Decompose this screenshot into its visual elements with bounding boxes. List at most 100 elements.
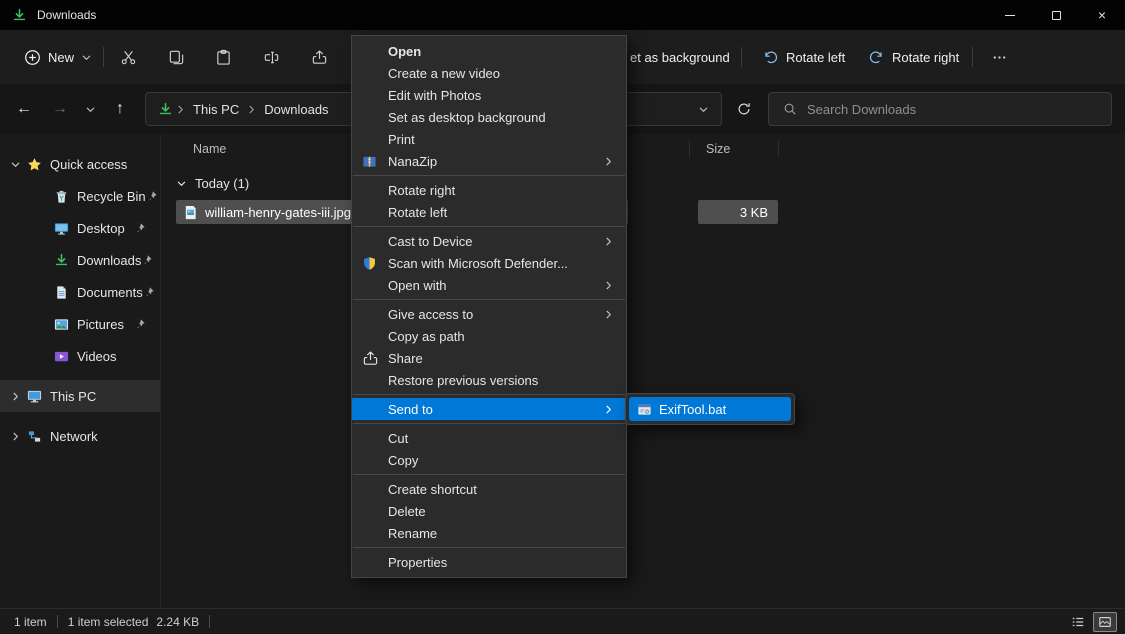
menu-item-cut[interactable]: Cut <box>352 427 626 449</box>
sidebar-item-quick-access[interactable]: Quick access <box>0 148 160 180</box>
up-button[interactable]: ↑ <box>104 93 136 125</box>
sidebar-item-desktop[interactable]: Desktop <box>0 212 160 244</box>
submenu-item-exiftool-bat[interactable]: ExifTool.bat <box>629 397 791 421</box>
downloads-app-icon <box>12 8 27 23</box>
breadcrumb-this-pc[interactable]: This PC <box>188 102 244 117</box>
menu-item-print[interactable]: Print <box>352 128 626 150</box>
sidebar-item-label: Pictures <box>77 317 124 332</box>
menu-item-label: Delete <box>388 504 426 519</box>
breadcrumb-downloads[interactable]: Downloads <box>259 102 333 117</box>
menu-item-open-with[interactable]: Open with <box>352 274 626 296</box>
menu-item-share[interactable]: Share <box>352 347 626 369</box>
new-button[interactable]: New <box>14 40 102 74</box>
menu-item-create-a-new-video[interactable]: Create a new video <box>352 62 626 84</box>
pin-icon <box>143 286 155 298</box>
breadcrumb-chevron-icon <box>246 104 257 115</box>
menu-item-set-as-desktop-background[interactable]: Set as desktop background <box>352 106 626 128</box>
menu-item-rotate-right[interactable]: Rotate right <box>352 179 626 201</box>
sidebar-item-this-pc[interactable]: This PC <box>0 380 160 412</box>
rotate-left-button[interactable]: Rotate left <box>752 40 855 74</box>
close-button[interactable]: × <box>1079 0 1125 30</box>
menu-item-label: Cast to Device <box>388 234 473 249</box>
share-button[interactable] <box>300 40 338 74</box>
window-title: Downloads <box>37 8 96 22</box>
sidebar-item-label: Recycle Bin <box>77 189 146 204</box>
pictures-icon <box>54 317 69 332</box>
menu-item-copy[interactable]: Copy <box>352 449 626 471</box>
menu-item-label: Restore previous versions <box>388 373 538 388</box>
maximize-button[interactable] <box>1033 0 1079 30</box>
menu-item-give-access-to[interactable]: Give access to <box>352 303 626 325</box>
menu-item-open[interactable]: Open <box>352 40 626 62</box>
pin-icon <box>134 222 146 234</box>
menu-item-label: Set as desktop background <box>388 110 546 125</box>
menu-item-restore-previous-versions[interactable]: Restore previous versions <box>352 369 626 391</box>
menu-item-label: NanaZip <box>388 154 437 169</box>
selection-size: 2.24 KB <box>156 615 199 629</box>
forward-button[interactable]: → <box>44 93 76 125</box>
sidebar-item-network[interactable]: Network <box>0 420 160 452</box>
send-to-submenu: ExifTool.bat <box>625 393 795 425</box>
menu-item-label: Edit with Photos <box>388 88 481 103</box>
menu-item-properties[interactable]: Properties <box>352 551 626 573</box>
column-divider[interactable] <box>689 141 690 157</box>
cut-button[interactable] <box>109 40 147 74</box>
group-header-today[interactable]: Today (1) <box>176 172 249 194</box>
expander-down-icon[interactable] <box>8 159 23 170</box>
column-header-name[interactable]: Name <box>193 134 226 164</box>
column-header-size[interactable]: Size <box>706 134 730 164</box>
menu-item-delete[interactable]: Delete <box>352 500 626 522</box>
sidebar-item-label: Videos <box>77 349 117 364</box>
refresh-button[interactable] <box>728 93 760 125</box>
pin-icon <box>134 318 146 330</box>
menu-item-label: Give access to <box>388 307 473 322</box>
menu-item-edit-with-photos[interactable]: Edit with Photos <box>352 84 626 106</box>
menu-item-scan-with-microsoft-defender[interactable]: Scan with Microsoft Defender... <box>352 252 626 274</box>
sidebar-item-label: Quick access <box>50 157 127 172</box>
sidebar-item-videos[interactable]: Videos <box>0 340 160 372</box>
menu-item-label: Print <box>388 132 415 147</box>
copy-icon <box>168 49 185 66</box>
submenu-arrow-icon <box>603 404 614 415</box>
thumbnails-view-button[interactable] <box>1093 612 1117 632</box>
menu-item-cast-to-device[interactable]: Cast to Device <box>352 230 626 252</box>
menu-item-create-shortcut[interactable]: Create shortcut <box>352 478 626 500</box>
menu-item-rotate-left[interactable]: Rotate left <box>352 201 626 223</box>
details-view-button[interactable] <box>1066 612 1090 632</box>
menu-item-nanazip[interactable]: NanaZip <box>352 150 626 172</box>
file-size: 3 KB <box>698 200 778 224</box>
menu-item-rename[interactable]: Rename <box>352 522 626 544</box>
group-header-label: Today (1) <box>195 176 249 191</box>
expander-right-icon[interactable] <box>8 431 23 442</box>
recent-locations-button[interactable] <box>78 93 102 125</box>
file-row[interactable]: william-henry-gates-iii.jpg3 KB <box>161 200 1125 224</box>
rotate-right-button[interactable]: Rotate right <box>858 40 969 74</box>
search-input[interactable] <box>807 102 1111 117</box>
sidebar-item-downloads[interactable]: Downloads <box>0 244 160 276</box>
menu-item-send-to[interactable]: Send to <box>352 398 626 420</box>
sidebar-item-pictures[interactable]: Pictures <box>0 308 160 340</box>
column-divider[interactable] <box>778 141 779 157</box>
menu-item-label: Copy <box>388 453 418 468</box>
window-controls: × <box>987 0 1125 30</box>
set-as-background-button[interactable]: et as background <box>630 30 730 84</box>
sidebar-item-recycle-bin[interactable]: Recycle Bin <box>0 180 160 212</box>
paste-button[interactable] <box>204 40 242 74</box>
rename-button[interactable] <box>252 40 290 74</box>
menu-separator <box>353 547 625 548</box>
expander-right-icon[interactable] <box>8 391 23 402</box>
menu-item-copy-as-path[interactable]: Copy as path <box>352 325 626 347</box>
submenu-arrow-icon <box>603 280 614 291</box>
sidebar-item-documents[interactable]: Documents <box>0 276 160 308</box>
copy-button[interactable] <box>157 40 195 74</box>
minimize-button[interactable] <box>987 0 1033 30</box>
submenu-arrow-icon <box>603 156 614 167</box>
new-button-label: New <box>48 50 74 65</box>
address-dropdown-icon[interactable] <box>698 104 709 115</box>
see-more-button[interactable] <box>980 40 1018 74</box>
cut-icon <box>120 49 137 66</box>
details-view-icon <box>1071 615 1085 629</box>
back-button[interactable]: ← <box>8 93 40 125</box>
group-collapse-icon[interactable] <box>176 178 187 189</box>
this-pc-icon <box>27 389 42 404</box>
